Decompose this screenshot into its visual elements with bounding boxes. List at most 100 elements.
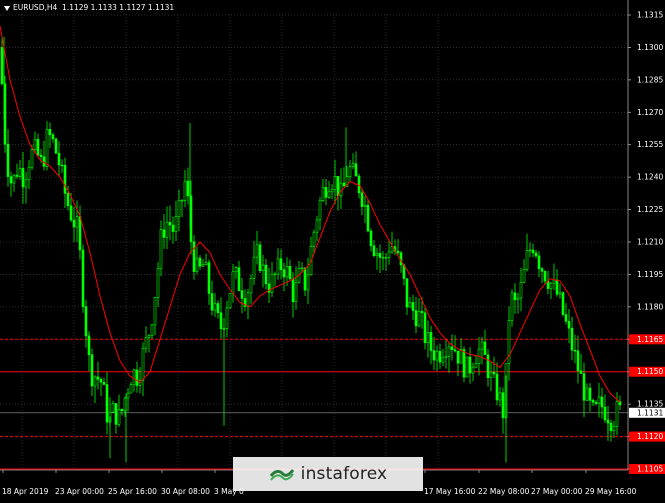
candle-body — [609, 422, 613, 432]
candle-body — [159, 229, 163, 270]
candle-body — [192, 241, 196, 272]
candle-body — [255, 244, 259, 258]
candle-body — [93, 376, 97, 387]
candle-body — [96, 376, 100, 380]
candle-body — [294, 281, 298, 303]
candle-body — [162, 229, 166, 238]
candle-body — [381, 257, 385, 259]
candle-body — [444, 356, 448, 359]
candle-body — [300, 267, 304, 270]
candle-body — [261, 264, 265, 272]
candle-body — [576, 350, 580, 372]
candle-body — [69, 205, 73, 221]
candle-body — [519, 282, 523, 299]
candle — [465, 356, 469, 378]
chart-canvas: 1.1315 1.1300 1.1285 1.1270 1.1255 1.1240 1.12… — [0, 0, 665, 499]
price-chart[interactable]: 1.1315 1.1300 1.1285 1.1270 1.1255 1.1240 1.12… — [0, 0, 665, 499]
candle-body — [561, 292, 565, 315]
candle-body — [240, 290, 244, 299]
candle-body — [102, 381, 106, 385]
candle-body — [57, 152, 61, 166]
candle-body — [573, 349, 577, 352]
candle-body — [54, 138, 58, 154]
candle-body — [21, 168, 25, 188]
candle-body — [495, 373, 499, 401]
candle-body — [420, 311, 424, 314]
time-tick-label: 27 May 00:00 — [531, 487, 583, 496]
candle-body — [174, 216, 178, 232]
candle-body — [126, 392, 130, 399]
candle-body — [585, 387, 589, 401]
candle-body — [405, 278, 409, 308]
candle-body — [564, 314, 568, 322]
level-price-label: 1.1165 — [637, 335, 663, 344]
candle-body — [489, 371, 493, 379]
candle-body — [375, 252, 379, 256]
level-price-label: 1.1120 — [637, 432, 663, 441]
candle-body — [264, 264, 268, 285]
level-price-label: 1.1105 — [637, 465, 663, 474]
candle-body — [129, 384, 133, 394]
candle-body — [324, 187, 328, 198]
candle-body — [411, 302, 415, 311]
candle-body — [396, 250, 400, 254]
candle-body — [228, 292, 232, 309]
candle-body — [555, 279, 559, 295]
candle-body — [552, 279, 556, 284]
candle-body — [81, 249, 85, 307]
candle-body — [147, 335, 151, 338]
candle-body — [357, 175, 361, 194]
candle-body — [15, 174, 19, 177]
time-tick-label: 29 May 16:00 — [585, 487, 637, 496]
candle-body — [210, 293, 214, 311]
current-price-label: 1.1131 — [637, 408, 663, 417]
time-tick-label: 18 Apr 2019 — [2, 487, 49, 496]
candle-body — [66, 193, 70, 207]
candle-body — [372, 245, 376, 256]
watermark-text: instaforex — [300, 464, 388, 484]
candle-body — [30, 149, 34, 168]
candle-body — [105, 384, 109, 423]
candle-body — [618, 401, 622, 406]
candle-body — [114, 403, 118, 425]
candle-body — [570, 327, 574, 351]
candle-body — [132, 369, 136, 386]
candle-body — [318, 200, 322, 221]
candle-body — [39, 154, 43, 158]
candle-body — [516, 297, 520, 301]
candle-body — [492, 371, 496, 375]
candle-body — [450, 346, 454, 350]
candle-body — [501, 392, 505, 419]
candle-body — [315, 219, 319, 233]
candle-body — [336, 176, 340, 197]
candle-body — [531, 249, 535, 254]
candle-body — [75, 216, 79, 228]
candle-body — [594, 401, 598, 404]
candle-body — [0, 47, 4, 85]
price-tick-label: 1.1315 — [637, 11, 663, 20]
candle-body — [486, 354, 490, 379]
watermark: instaforex — [233, 457, 423, 491]
price-tick-label: 1.1195 — [637, 270, 663, 279]
candle-body — [60, 164, 64, 167]
candle-body — [78, 216, 82, 251]
candle-body — [600, 396, 604, 408]
candle-body — [87, 335, 91, 356]
price-tick-label: 1.1240 — [637, 173, 663, 182]
candle-body — [321, 187, 325, 201]
candle-body — [582, 373, 586, 401]
candle-body — [537, 255, 541, 269]
candle-body — [567, 321, 571, 329]
candle-body — [333, 176, 337, 190]
candle-body — [9, 176, 13, 184]
candle-body — [273, 273, 277, 276]
candle-body — [498, 392, 502, 401]
candle-body — [213, 303, 217, 311]
candle-body — [468, 356, 472, 374]
candle-body — [279, 258, 283, 270]
candle-body — [378, 252, 382, 258]
candle-body — [252, 256, 256, 279]
candle-body — [429, 332, 433, 351]
collapse-triangle-icon[interactable] — [4, 5, 10, 11]
candle-body — [201, 264, 205, 267]
